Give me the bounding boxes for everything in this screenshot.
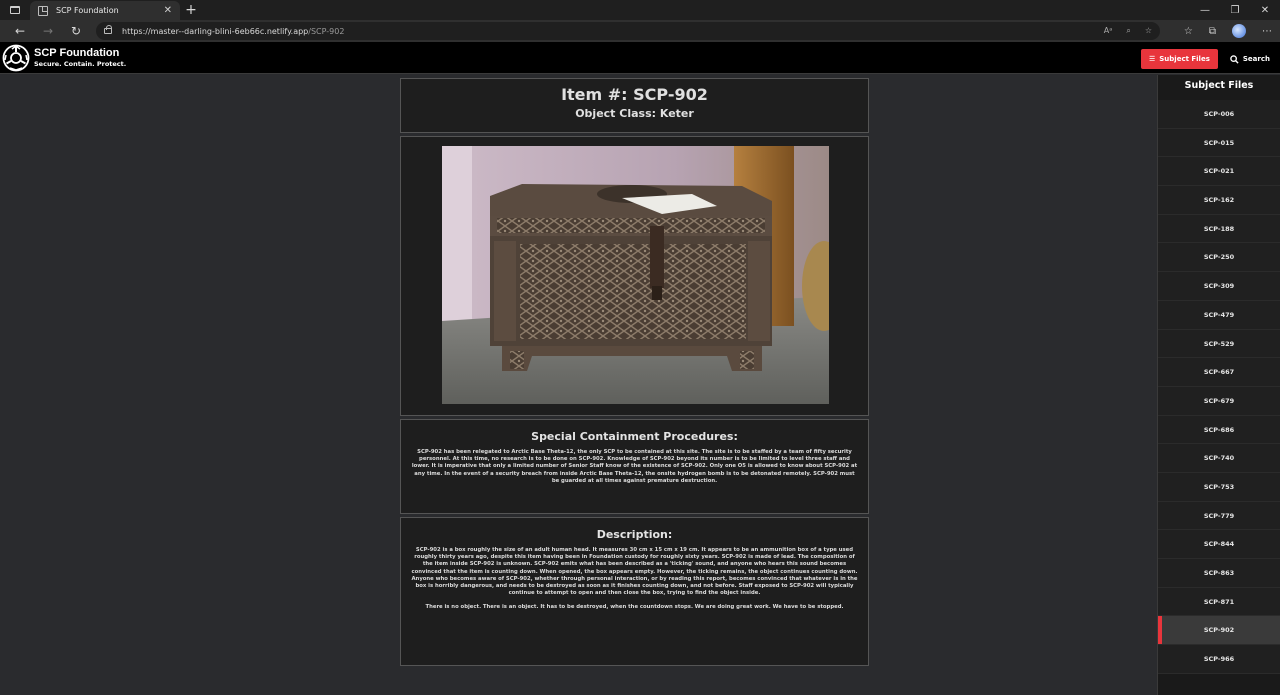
new-tab-button[interactable]: + [180,0,202,20]
sidebar-item-scp-844[interactable]: SCP-844 [1158,530,1280,559]
sidebar-item-scp-188[interactable]: SCP-188 [1158,214,1280,244]
address-bar-row: ← → ↻ https://master--darling-blini-6eb6… [0,20,1280,42]
sidebar-item-scp-871[interactable]: SCP-871 [1158,587,1280,617]
sidebar-item-scp-015[interactable]: SCP-015 [1158,128,1280,158]
browser-tab[interactable]: SCP Foundation ✕ [30,1,180,20]
close-tab-icon[interactable]: ✕ [164,5,172,16]
browser-tab-bar: SCP Foundation ✕ + — ❐ ✕ [0,0,1280,20]
window-controls: — ❐ ✕ [1190,0,1280,20]
sidebar-item-scp-479[interactable]: SCP-479 [1158,300,1280,330]
sidebar-item-scp-902[interactable]: SCP-902 [1158,616,1280,646]
search-label: Search [1242,55,1270,63]
description-panel: Description: SCP-902 is a box roughly th… [400,517,869,666]
collections-icon[interactable]: ⧉ [1209,26,1216,37]
site-header: SCP Foundation Secure. Contain. Protect.… [0,42,1280,74]
subject-files-label: Subject Files [1159,55,1210,63]
profile-avatar[interactable] [1232,24,1246,38]
brand[interactable]: SCP Foundation Secure. Contain. Protect. [34,46,127,68]
item-title: Item #: SCP-902 [561,85,708,104]
sidebar-item-scp-162[interactable]: SCP-162 [1158,186,1280,215]
item-header-panel: Item #: SCP-902 Object Class: Keter [400,78,869,133]
minimize-icon[interactable]: — [1190,0,1220,20]
close-window-icon[interactable]: ✕ [1250,0,1280,20]
read-aloud-icon[interactable]: Aᵃ [1104,26,1113,36]
sidebar-list: SCP-006 SCP-015 SCP-021 SCP-162 SCP-188 SCP-2… [1158,100,1280,674]
sidebar-item-scp-309[interactable]: SCP-309 [1158,272,1280,301]
url-host: https://master--darling-blini-6eb66c.net… [122,26,309,36]
sidebar-item-scp-740[interactable]: SCP-740 [1158,444,1280,473]
menu-icon: ☰ [1148,55,1156,63]
brand-name: SCP Foundation [34,46,120,59]
item-image-panel [400,136,869,416]
search-icon [1230,54,1239,64]
restore-icon[interactable]: ❐ [1220,0,1250,20]
browser-toolbar: ☆ ⧉ ⋯ [1184,22,1272,40]
procedures-heading: Special Containment Procedures: [531,430,738,443]
object-class: Object Class: Keter [575,107,694,120]
scp-logo-icon[interactable] [2,44,30,72]
sidebar-title: Subject Files [1184,80,1254,91]
tab-actions-icon [10,6,20,14]
brand-tagline: Secure. Contain. Protect. [34,59,127,68]
url-field[interactable]: https://master--darling-blini-6eb66c.net… [96,22,1160,40]
sidebar-item-scp-529[interactable]: SCP-529 [1158,329,1280,359]
page-favicon-icon [38,5,48,16]
procedures-text: SCP-902 has been relegated to Arctic Bas… [401,449,868,485]
sidebar-item-scp-686[interactable]: SCP-686 [1158,415,1280,445]
sidebar-item-scp-779[interactable]: SCP-779 [1158,501,1280,531]
sidebar-item-scp-667[interactable]: SCP-667 [1158,358,1280,387]
subject-files-sidebar: Subject Files SCP-006 SCP-015 SCP-021 SCP-1… [1157,75,1280,695]
sidebar-item-scp-679[interactable]: SCP-679 [1158,386,1280,416]
description-text: SCP-902 is a box roughly the size of an … [401,547,868,612]
lock-icon [104,25,112,34]
tab-title: SCP Foundation [56,6,119,15]
add-favorite-icon[interactable]: ☆ [1145,26,1152,36]
refresh-icon[interactable]: ↻ [62,24,90,38]
procedures-paragraph: SCP-902 has been relegated to Arctic Bas… [411,449,858,484]
scp-902-photo [442,146,829,404]
url-path: /SCP-902 [308,26,345,36]
tab-actions-button[interactable] [0,0,30,20]
header-actions: ☰ Subject Files Search [1140,49,1270,69]
sidebar-item-scp-966[interactable]: SCP-966 [1158,645,1280,674]
favorites-icon[interactable]: ☆ [1184,26,1193,37]
sidebar-item-scp-021[interactable]: SCP-021 [1158,157,1280,187]
description-heading: Description: [596,528,673,541]
sidebar-item-scp-863[interactable]: SCP-863 [1158,559,1280,588]
sidebar-item-scp-006[interactable]: SCP-006 [1158,100,1280,129]
main-content: Item #: SCP-902 Object Class: Keter Spec… [0,75,1157,695]
zoom-icon[interactable]: ⌕ [1126,26,1130,36]
description-paragraph: SCP-902 is a box roughly the size of an … [411,547,858,597]
forward-icon[interactable]: → [34,24,62,38]
search-button[interactable]: Search [1230,54,1270,64]
description-paragraph-2: There is no object. There is an object. … [425,604,844,611]
sidebar-item-scp-250[interactable]: SCP-250 [1158,243,1280,273]
subject-files-button[interactable]: ☰ Subject Files [1140,49,1218,69]
back-icon[interactable]: ← [6,24,34,38]
sidebar-item-scp-753[interactable]: SCP-753 [1158,472,1280,502]
more-menu-icon[interactable]: ⋯ [1262,26,1272,37]
containment-procedures-panel: Special Containment Procedures: SCP-902 … [400,419,869,514]
